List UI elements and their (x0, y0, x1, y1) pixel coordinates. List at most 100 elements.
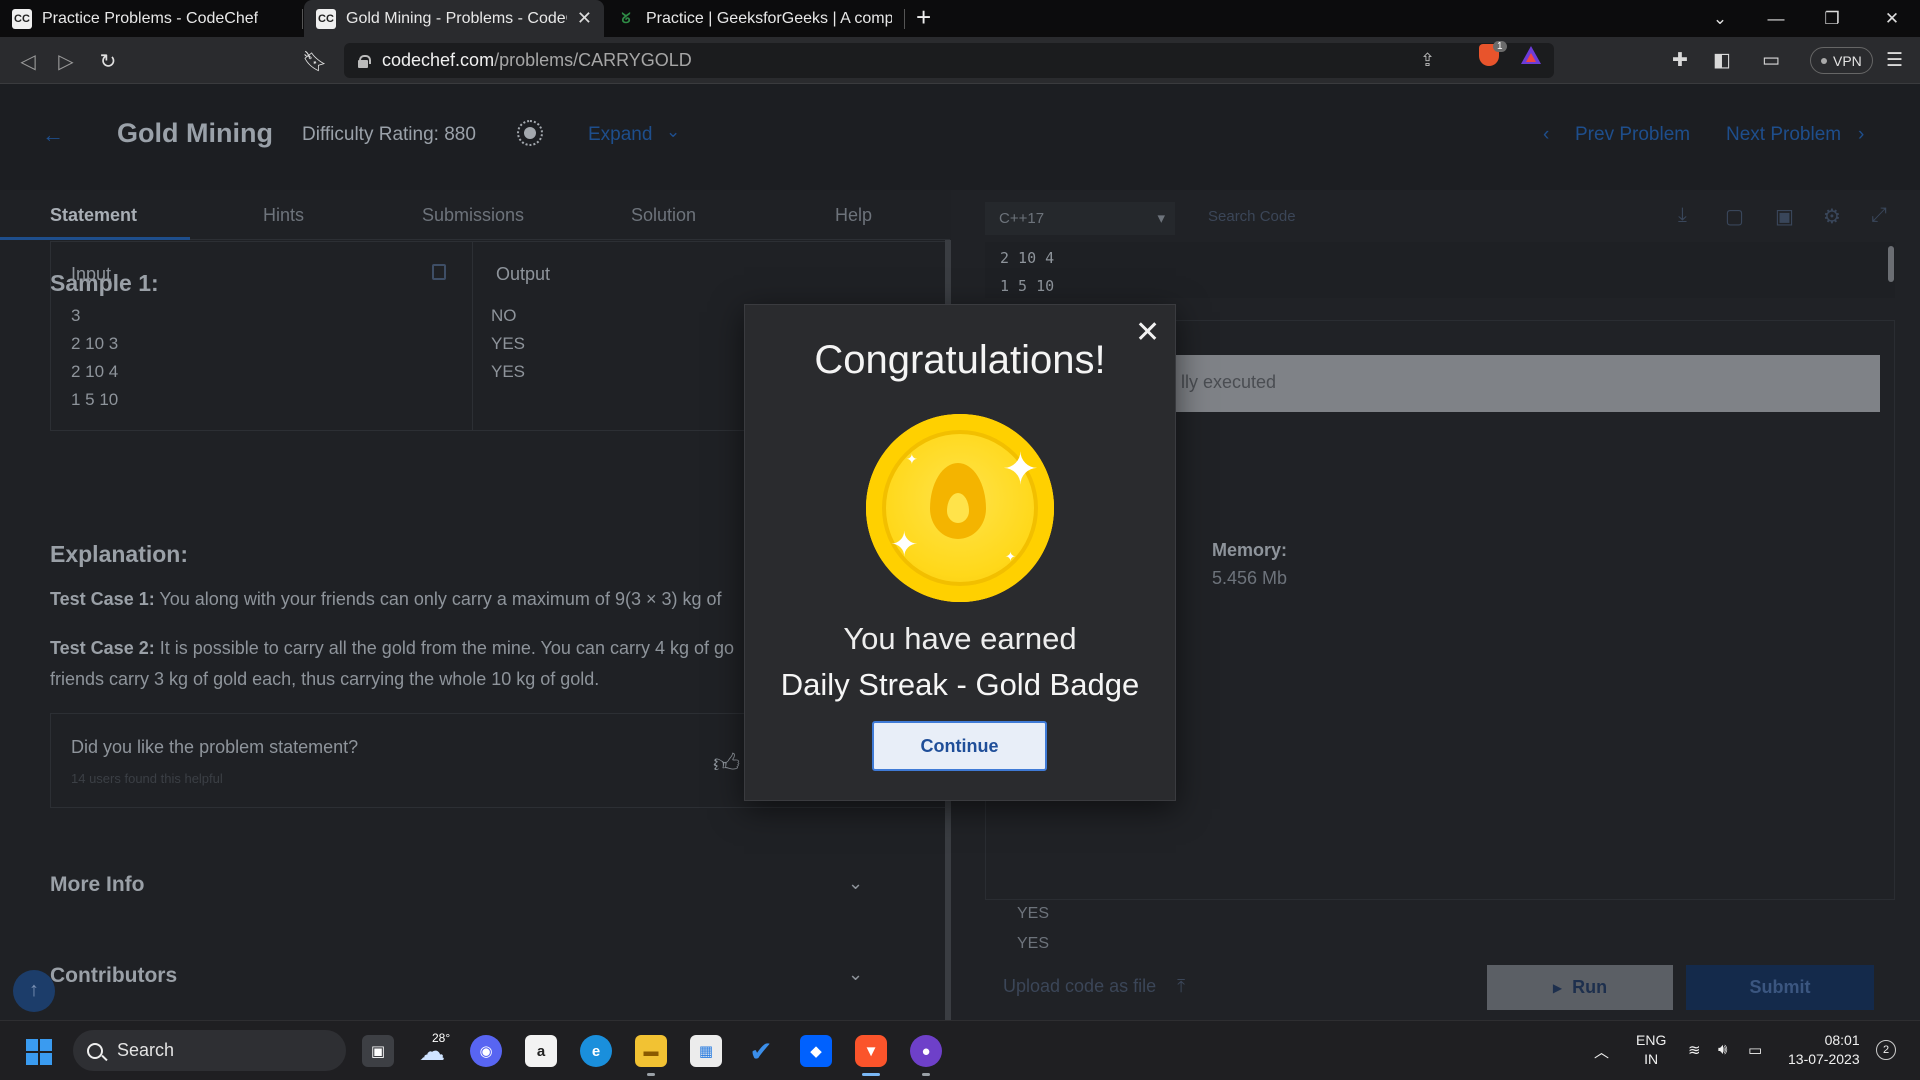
close-window-button[interactable]: ✕ (1864, 0, 1920, 37)
tab-practice-problems[interactable]: CC Practice Problems - CodeChef (0, 0, 300, 37)
forward-button[interactable]: ▷ (54, 49, 78, 74)
code-editor[interactable] (985, 242, 1895, 298)
tab-help[interactable]: Help (835, 205, 872, 226)
output-line: YES (1017, 905, 1050, 922)
brave-rewards-icon[interactable] (1521, 46, 1541, 64)
running-indicator (647, 1073, 655, 1076)
input-line: 3 (71, 306, 81, 325)
upload-code-button[interactable]: Upload code as file ⤒ (1003, 976, 1185, 997)
chat-icon[interactable]: ◉ (470, 1035, 502, 1067)
reload-button[interactable]: ↻ (96, 49, 120, 74)
search-icon (87, 1042, 103, 1059)
taskbar-search-label: Search (117, 1040, 175, 1060)
volume-icon[interactable]: 🔊︎ (1718, 1041, 1727, 1058)
feedback-question: Did you like the problem statement? (71, 737, 359, 757)
copy-icon[interactable] (432, 264, 446, 280)
tab-separator (904, 9, 905, 29)
tab-gold-mining[interactable]: CC Gold Mining - Problems - CodeCh ✕ (304, 0, 604, 37)
thumbs-up-icon[interactable]: 👍︎ (713, 748, 740, 779)
restore-button[interactable]: ❐ (1804, 0, 1860, 37)
extensions-icon[interactable]: ✚ (1672, 49, 1688, 72)
battery-icon[interactable]: ▭ (1748, 1041, 1762, 1059)
wifi-icon[interactable]: ≋ (1688, 1041, 1701, 1059)
scroll-to-top-button[interactable]: ↑ (13, 970, 55, 1012)
output-line: NO (491, 306, 517, 325)
brave-browser-icon[interactable]: ▼ (855, 1035, 887, 1067)
active-tab-indicator (0, 237, 190, 240)
download-icon[interactable]: ⤓ (1678, 204, 1687, 227)
wallet-icon[interactable]: ▭ (1762, 49, 1780, 72)
tab-submissions[interactable]: Submissions (422, 205, 524, 226)
tab-solution[interactable]: Solution (631, 205, 696, 226)
gfg-favicon-icon: ᘜ (621, 10, 631, 26)
file-explorer-icon[interactable]: ▬ (635, 1035, 667, 1067)
upload-icon: ⤒ (1177, 976, 1186, 996)
time: 08:01 (1824, 1032, 1860, 1048)
tab-title: Practice Problems - CodeChef (42, 9, 259, 27)
search-code-input[interactable]: Search Code (1208, 208, 1296, 225)
clock[interactable]: 08:01 13-07-2023 (1788, 1031, 1860, 1069)
tab-statement[interactable]: Statement (50, 205, 137, 226)
prev-chevron-icon[interactable]: ‹ (1543, 124, 1549, 146)
fullscreen-icon[interactable]: ⤢ (1871, 204, 1887, 227)
feedback-count: 14 users found this helpful (71, 771, 223, 786)
minimize-button[interactable]: — (1748, 0, 1804, 37)
amazon-icon[interactable]: a (525, 1035, 557, 1067)
next-problem-button[interactable]: Next Problem (1726, 124, 1841, 146)
more-info-heading[interactable]: More Info (50, 873, 145, 897)
back-arrow-icon[interactable]: ← (42, 122, 64, 148)
menu-icon[interactable]: ☰ (1886, 49, 1903, 72)
output-line: YES (491, 362, 526, 381)
output-header: Output (496, 264, 551, 284)
sidebar-icon[interactable]: ◧ (1713, 49, 1731, 72)
taskbar-search[interactable]: Search (73, 1030, 346, 1071)
dropbox-icon[interactable]: ◆ (800, 1035, 832, 1067)
save-icon[interactable]: ▣ (1775, 204, 1794, 229)
editor-scrollbar[interactable] (1888, 246, 1894, 282)
submit-button[interactable]: Submit (1686, 965, 1874, 1010)
task-view-icon[interactable]: ▣ (362, 1035, 394, 1067)
explanation-heading: Explanation: (50, 541, 189, 567)
close-tab-icon[interactable]: ✕ (577, 8, 592, 29)
run-label: Run (1572, 977, 1608, 997)
url-bar[interactable]: codechef.com/problems/CARRYGOLD ⇪ (344, 43, 1554, 78)
problem-title: Gold Mining (117, 118, 273, 148)
share-icon[interactable]: ⇪ (1420, 50, 1435, 71)
language-select[interactable]: C++17 (985, 202, 1175, 235)
sparkle-icon: ✦ (890, 526, 919, 564)
chevron-down-icon[interactable]: ⌄ (848, 964, 863, 985)
tab-geeksforgeeks[interactable]: ᘜ Practice | GeeksforGeeks | A computer (604, 0, 904, 37)
github-icon[interactable]: ● (910, 1035, 942, 1067)
run-button[interactable]: ▶ Run (1487, 965, 1673, 1010)
continue-button[interactable]: Continue (872, 721, 1047, 771)
back-button[interactable]: ◁ (16, 49, 40, 74)
theme-toggle-icon[interactable] (517, 120, 543, 146)
store-icon[interactable]: ▦ (690, 1035, 722, 1067)
bookmark-icon[interactable]: 🔖︎ (302, 49, 327, 74)
play-icon: ▶ (1552, 980, 1563, 995)
next-chevron-icon[interactable]: › (1858, 124, 1864, 146)
lock-icon (358, 54, 371, 68)
edge-icon[interactable]: e (580, 1035, 612, 1067)
earned-text: You have earned (843, 621, 1077, 656)
hidden-icons-chevron-icon[interactable]: ︿ (1594, 1041, 1609, 1062)
active-app-indicator (862, 1073, 880, 1076)
input-language[interactable]: ENG IN (1636, 1031, 1666, 1069)
prev-problem-button[interactable]: Prev Problem (1575, 124, 1690, 146)
vpn-button[interactable]: VPN (1810, 47, 1873, 74)
tab-search-chevron-icon[interactable]: ⌄ (1692, 0, 1748, 37)
new-tab-button[interactable]: + (916, 2, 931, 33)
comment-icon[interactable]: ▢ (1725, 204, 1744, 229)
tab-hints[interactable]: Hints (263, 205, 304, 226)
settings-gear-icon[interactable]: ⚙ (1823, 204, 1841, 229)
windows-start-icon[interactable] (26, 1039, 52, 1065)
test-case-2-text: It is possible to carry all the gold fro… (154, 638, 735, 658)
expand-button[interactable]: Expand (588, 124, 652, 146)
code-lines: 2 10 4 1 5 10 (1000, 244, 1054, 300)
todo-icon[interactable]: ✔ (745, 1035, 777, 1067)
chevron-down-icon[interactable]: ⌄ (666, 122, 680, 142)
codechef-favicon-icon: CC (12, 8, 32, 29)
chevron-down-icon[interactable]: ⌄ (848, 873, 863, 894)
contributors-heading[interactable]: Contributors (50, 964, 177, 988)
notification-badge[interactable]: 2 (1876, 1040, 1896, 1060)
